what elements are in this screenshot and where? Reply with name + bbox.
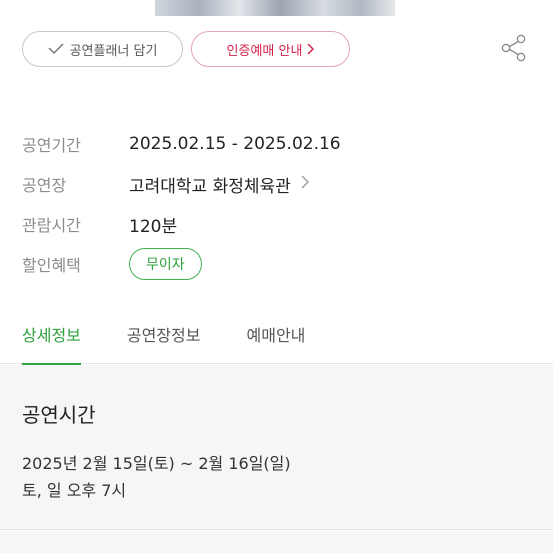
wishlist-label: 공연플래너 담기 — [69, 43, 158, 59]
detail-tabs: 상세정보 공연장정보 예매안내 — [0, 314, 553, 365]
info-label: 할인혜택 — [22, 256, 81, 275]
info-label: 관람시간 — [22, 216, 81, 235]
section-heading: 공연시간 — [22, 403, 96, 427]
certification-label: 인증예매 안내 — [226, 43, 303, 59]
performance-time: 토, 일 오후 7시 — [22, 481, 127, 500]
info-label: 공연기간 — [22, 136, 81, 155]
next-section — [0, 531, 553, 553]
poster-image — [155, 0, 395, 16]
wishlist-button[interactable]: 공연플래너 담기 — [22, 31, 183, 67]
venue-link[interactable]: 고려대학교 화정체육관 — [129, 172, 309, 197]
tab-venue-info[interactable]: 공연장정보 — [127, 314, 201, 364]
info-value: 120분 — [129, 216, 178, 237]
info-value: 2025.02.15 - 2025.02.16 — [129, 134, 341, 154]
action-buttons: 공연플래너 담기 인증예매 안내 — [22, 31, 350, 67]
info-label: 공연장 — [22, 176, 67, 195]
interest-free-badge[interactable]: 무이자 — [129, 248, 202, 280]
chevron-right-icon — [306, 43, 315, 55]
performance-date-range: 2025년 2월 15일(토) ~ 2월 16일(일) — [22, 454, 291, 473]
tab-details[interactable]: 상세정보 — [22, 314, 81, 365]
performance-time-section: 공연시간 2025년 2월 15일(토) ~ 2월 16일(일) 토, 일 오후… — [0, 365, 553, 530]
chevron-right-icon — [301, 174, 309, 194]
info-row-discount: 할인혜택 무이자 — [22, 244, 532, 284]
info-row-period: 공연기간 2025.02.15 - 2025.02.16 — [22, 124, 532, 164]
certification-guide-button[interactable]: 인증예매 안내 — [191, 31, 350, 67]
share-icon[interactable] — [499, 33, 529, 63]
check-icon — [48, 43, 64, 55]
info-row-runtime: 관람시간 120분 — [22, 204, 532, 244]
info-row-venue: 공연장 고려대학교 화정체육관 — [22, 164, 532, 204]
tab-booking-guide[interactable]: 예매안내 — [247, 314, 306, 364]
performance-info: 공연기간 2025.02.15 - 2025.02.16 공연장 고려대학교 화… — [22, 124, 532, 284]
venue-name: 고려대학교 화정체육관 — [129, 176, 291, 197]
